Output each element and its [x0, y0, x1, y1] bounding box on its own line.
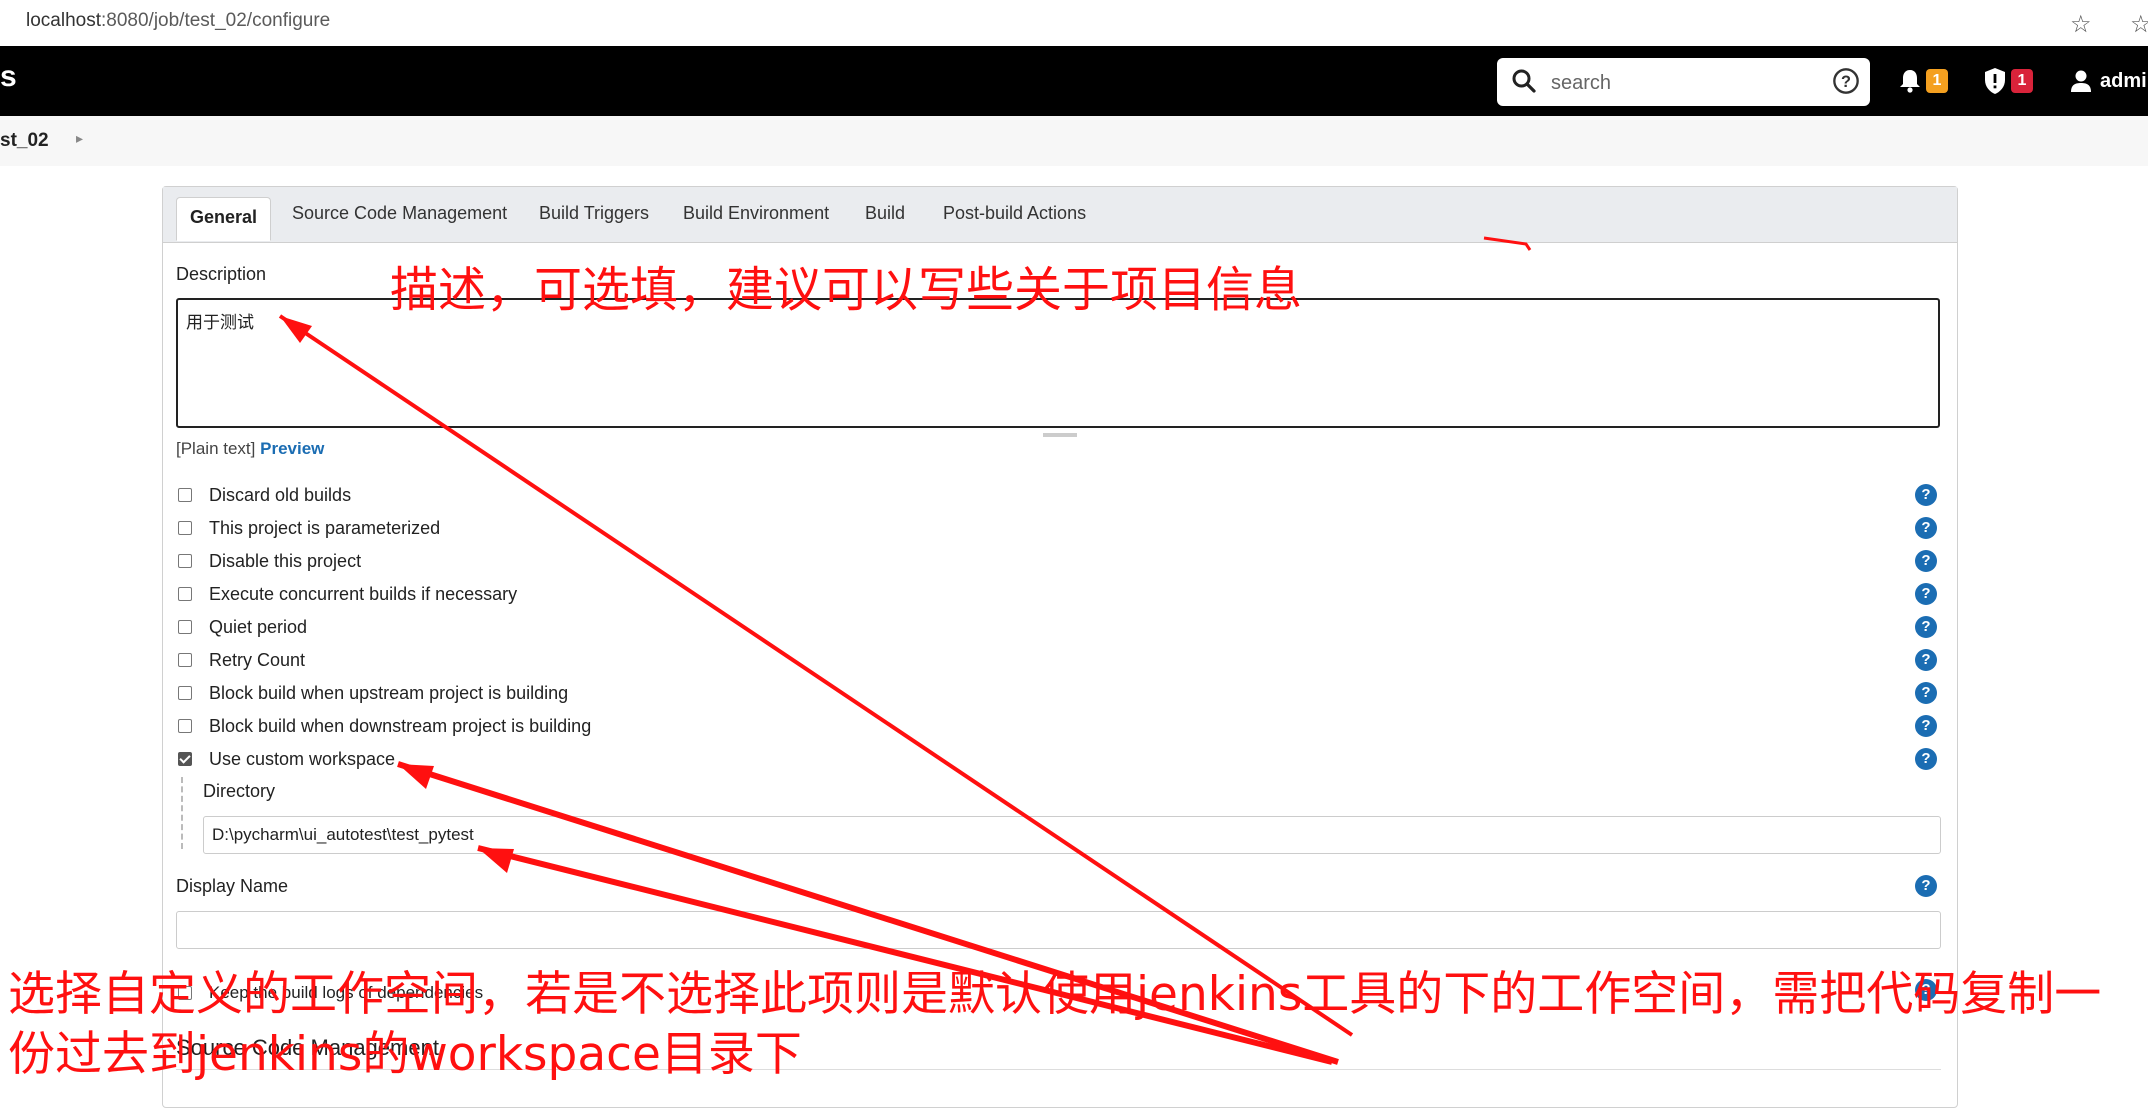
block-downstream-label: Block build when downstream project is b… [209, 715, 592, 736]
custom-workspace-checkbox[interactable] [178, 752, 192, 766]
concurrent-builds-label: Execute concurrent builds if necessary [209, 583, 518, 604]
display-name-input[interactable] [176, 911, 1941, 949]
breadcrumb-arrow-icon[interactable]: ▸ [76, 130, 83, 147]
option-disable-project[interactable]: Disable this project [178, 549, 361, 573]
help-icon[interactable]: ? [1915, 484, 1937, 506]
tab-build-triggers[interactable]: Build Triggers [539, 203, 649, 224]
svg-text:?: ? [1841, 73, 1851, 91]
help-icon[interactable]: ? [1915, 649, 1937, 671]
block-upstream-checkbox[interactable] [178, 686, 192, 700]
preview-link[interactable]: Preview [260, 439, 324, 458]
discard-old-builds-label: Discard old builds [209, 484, 352, 505]
help-icon[interactable]: ? [1915, 517, 1937, 539]
breadcrumb-job[interactable]: st_02 [0, 130, 49, 152]
browser-address-bar[interactable]: localhost:8080/job/test_02/configure ☆ ☆ [0, 0, 2148, 47]
markup-line: [Plain text] Preview [176, 439, 324, 459]
search-input[interactable] [1549, 66, 1813, 100]
retry-count-checkbox[interactable] [178, 653, 192, 667]
tab-source-code-management[interactable]: Source Code Management [292, 203, 507, 224]
directory-input[interactable]: D:\pycharm\ui_autotest\test_pytest [203, 816, 1941, 854]
parameterized-checkbox[interactable] [178, 521, 192, 535]
user-name: admi [2100, 69, 2147, 92]
quiet-period-label: Quiet period [209, 616, 308, 637]
search-help-icon[interactable]: ? [1832, 67, 1860, 95]
quiet-period-checkbox[interactable] [178, 620, 192, 634]
option-block-downstream[interactable]: Block build when downstream project is b… [178, 714, 591, 738]
notifications-button[interactable]: 1 [1898, 64, 1948, 98]
tab-post-build-actions[interactable]: Post-build Actions [943, 203, 1086, 224]
display-name-label: Display Name [176, 876, 289, 896]
security-badge: 1 [2011, 69, 2033, 93]
annotation-workspace-line2: 份过去到jenkins的workspace目录下 [8, 1027, 802, 1082]
block-downstream-checkbox[interactable] [178, 719, 192, 733]
option-custom-workspace[interactable]: Use custom workspace [178, 747, 395, 771]
directory-label: Directory [203, 781, 276, 801]
annotation-description: 描述，可选填，建议可以写些关于项目信息 [390, 262, 1303, 318]
custom-workspace-label: Use custom workspace [209, 748, 396, 769]
help-icon[interactable]: ? [1915, 550, 1937, 572]
block-upstream-label: Block build when upstream project is bui… [209, 682, 569, 703]
jenkins-header: s ? 1 1 admi [0, 46, 2148, 116]
jenkins-logo-text[interactable]: s [0, 60, 17, 94]
option-concurrent-builds[interactable]: Execute concurrent builds if necessary [178, 582, 517, 606]
notifications-badge: 1 [1926, 69, 1948, 93]
disable-project-label: Disable this project [209, 550, 362, 571]
option-discard-old-builds[interactable]: Discard old builds [178, 483, 351, 507]
url-text[interactable]: localhost:8080/job/test_02/configure [26, 10, 330, 32]
option-quiet-period[interactable]: Quiet period [178, 615, 307, 639]
annotation-workspace-line1: 选择自定义的工作空间，若是不选择此项则是默认使用jenkins工具的下的工作空间… [8, 967, 2102, 1022]
nested-field-guide [181, 777, 183, 849]
help-icon[interactable]: ? [1915, 875, 1937, 897]
add-favorite-icon[interactable]: ☆ [2070, 10, 2092, 39]
retry-count-label: Retry Count [209, 649, 306, 670]
config-tabs: General Source Code Management Build Tri… [163, 187, 1957, 243]
textarea-resize-handle[interactable] [1043, 433, 1077, 437]
help-icon[interactable]: ? [1915, 616, 1937, 638]
tab-build-environment[interactable]: Build Environment [683, 203, 829, 224]
markup-type: [Plain text] [176, 439, 256, 458]
help-icon[interactable]: ? [1915, 748, 1937, 770]
description-label: Description [176, 264, 267, 284]
concurrent-builds-checkbox[interactable] [178, 587, 192, 601]
favorites-icon[interactable]: ☆ [2130, 10, 2148, 39]
url-path: :8080/job/test_02/configure [101, 10, 331, 31]
security-button[interactable]: 1 [1983, 64, 2033, 98]
shield-icon [1985, 68, 2005, 94]
option-retry-count[interactable]: Retry Count [178, 648, 305, 672]
help-icon[interactable]: ? [1915, 715, 1937, 737]
tab-general[interactable]: General [176, 197, 272, 241]
user-icon [2071, 70, 2091, 92]
url-host: localhost [26, 10, 101, 31]
parameterized-label: This project is parameterized [209, 517, 441, 538]
bell-icon [1900, 70, 1920, 93]
disable-project-checkbox[interactable] [178, 554, 192, 568]
discard-old-builds-checkbox[interactable] [178, 488, 192, 502]
help-icon[interactable]: ? [1915, 583, 1937, 605]
tab-build[interactable]: Build [865, 203, 905, 224]
option-block-upstream[interactable]: Block build when upstream project is bui… [178, 681, 568, 705]
search-icon [1512, 69, 1536, 93]
user-menu[interactable]: admi [2070, 64, 2147, 98]
breadcrumb: st_02 ▸ [0, 116, 2148, 166]
search-box[interactable]: ? [1497, 58, 1870, 106]
option-parameterized[interactable]: This project is parameterized [178, 516, 440, 540]
help-icon[interactable]: ? [1915, 682, 1937, 704]
